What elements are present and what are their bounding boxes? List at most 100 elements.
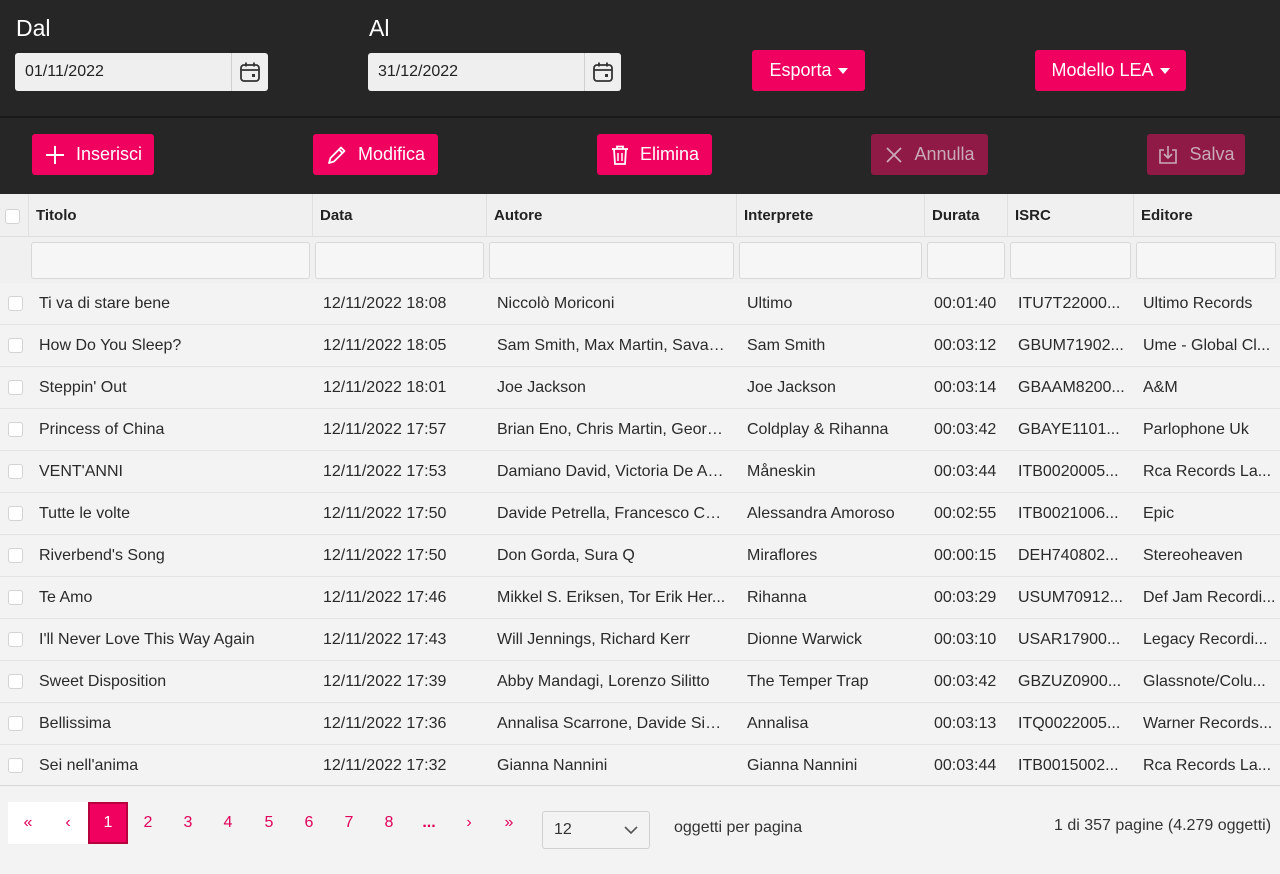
save-button[interactable]: Salva: [1147, 134, 1245, 175]
edit-button[interactable]: Modifica: [313, 134, 438, 175]
delete-button[interactable]: Elimina: [597, 134, 712, 175]
row-checkbox[interactable]: [8, 464, 23, 479]
date-filter-input[interactable]: [315, 242, 484, 279]
publisher-filter-input[interactable]: [1136, 242, 1276, 279]
select-all-checkbox[interactable]: [5, 209, 20, 224]
to-date-label: Al: [369, 15, 390, 41]
cell-author: Abby Mandagi, Lorenzo Silitto: [497, 673, 710, 690]
isrc-filter-input[interactable]: [1010, 242, 1131, 279]
table-row[interactable]: Ti va di stare bene 12/11/2022 18:08 Nic…: [0, 283, 1280, 325]
table-row[interactable]: I'll Never Love This Way Again 12/11/202…: [0, 619, 1280, 661]
page-button-2[interactable]: 2: [128, 802, 168, 844]
column-header-date[interactable]: Data: [312, 194, 486, 237]
column-header-publisher[interactable]: Editore: [1133, 194, 1280, 237]
page-button-8[interactable]: 8: [369, 802, 409, 844]
model-lea-dropdown-button[interactable]: Modello LEA: [1035, 50, 1186, 91]
column-header-duration[interactable]: Durata: [924, 194, 1007, 237]
cell-date: 12/11/2022 17:50: [323, 547, 447, 564]
cell-title: I'll Never Love This Way Again: [39, 631, 255, 648]
cell-title: Riverbend's Song: [39, 547, 165, 564]
chevron-down-icon: [624, 826, 638, 835]
cell-publisher: Ultimo Records: [1143, 295, 1253, 312]
page-button-more[interactable]: ...: [409, 802, 449, 844]
caret-down-icon: [1159, 67, 1170, 74]
table-row[interactable]: Princess of China 12/11/2022 17:57 Brian…: [0, 409, 1280, 451]
table-row[interactable]: Steppin' Out 12/11/2022 18:01 Joe Jackso…: [0, 367, 1280, 409]
last-page-button[interactable]: »: [489, 802, 529, 844]
cell-duration: 00:03:13: [934, 715, 997, 732]
column-header-isrc[interactable]: ISRC: [1007, 194, 1133, 237]
cell-publisher: Rca Records La...: [1143, 463, 1272, 480]
table-row[interactable]: Tutte le volte 12/11/2022 17:50 Davide P…: [0, 493, 1280, 535]
row-checkbox[interactable]: [8, 380, 23, 395]
cell-isrc: ITB0021006...: [1018, 505, 1119, 522]
next-page-button[interactable]: ›: [449, 802, 489, 844]
export-dropdown-button[interactable]: Esporta: [752, 50, 865, 91]
cell-title: Sei nell'anima: [39, 757, 139, 774]
cell-isrc: GBZUZ0900...: [1018, 673, 1122, 690]
row-checkbox[interactable]: [8, 548, 23, 563]
page-button-3[interactable]: 3: [168, 802, 208, 844]
table-row[interactable]: Bellissima 12/11/2022 17:36 Annalisa Sca…: [0, 703, 1280, 745]
cell-isrc: ITU7T22000...: [1018, 295, 1121, 312]
prev-page-button[interactable]: ‹: [48, 802, 88, 844]
cell-title: VENT'ANNI: [39, 463, 123, 480]
x-icon: [886, 146, 903, 163]
row-checkbox[interactable]: [8, 338, 23, 353]
cell-date: 12/11/2022 17:57: [323, 421, 447, 438]
page-button-4[interactable]: 4: [208, 802, 248, 844]
page-button-1[interactable]: 1: [88, 802, 128, 844]
cell-publisher: Stereoheaven: [1143, 547, 1243, 564]
from-date-input[interactable]: [15, 53, 231, 91]
table-row[interactable]: How Do You Sleep? 12/11/2022 18:05 Sam S…: [0, 325, 1280, 367]
caret-down-icon: [837, 67, 848, 74]
table-row[interactable]: Sei nell'anima 12/11/2022 17:32 Gianna N…: [0, 745, 1280, 787]
table-row[interactable]: Riverbend's Song 12/11/2022 17:50 Don Go…: [0, 535, 1280, 577]
page-button-5[interactable]: 5: [249, 802, 289, 844]
cell-title: Tutte le volte: [39, 505, 131, 522]
row-checkbox[interactable]: [8, 506, 23, 521]
table-row[interactable]: Sweet Disposition 12/11/2022 17:39 Abby …: [0, 661, 1280, 703]
column-header-author[interactable]: Autore: [486, 194, 736, 237]
cell-duration: 00:03:29: [934, 589, 997, 606]
from-calendar-button[interactable]: [231, 53, 268, 91]
column-header-title[interactable]: Titolo: [28, 194, 312, 237]
cell-isrc: ITB0015002...: [1018, 757, 1119, 774]
row-checkbox[interactable]: [8, 716, 23, 731]
row-checkbox[interactable]: [8, 296, 23, 311]
to-calendar-button[interactable]: [584, 53, 621, 91]
row-checkbox[interactable]: [8, 422, 23, 437]
author-filter-input[interactable]: [489, 242, 734, 279]
performer-filter-input[interactable]: [739, 242, 922, 279]
cancel-button[interactable]: Annulla: [871, 134, 988, 175]
cell-author: Sam Smith, Max Martin, Savan...: [497, 337, 729, 354]
from-date-label: Dal: [16, 15, 51, 41]
insert-button[interactable]: Inserisci: [32, 134, 154, 175]
cell-date: 12/11/2022 18:01: [323, 379, 447, 396]
duration-filter-input[interactable]: [927, 242, 1005, 279]
first-page-button[interactable]: «: [8, 802, 48, 844]
column-header-performer[interactable]: Interprete: [736, 194, 924, 237]
row-checkbox[interactable]: [8, 590, 23, 605]
row-checkbox[interactable]: [8, 758, 23, 773]
to-date-field: [368, 53, 621, 91]
insert-label: Inserisci: [75, 144, 142, 164]
cell-isrc: ITB0020005...: [1018, 463, 1119, 480]
cell-duration: 00:01:40: [934, 295, 997, 312]
row-checkbox[interactable]: [8, 632, 23, 647]
cell-title: Sweet Disposition: [39, 673, 167, 690]
table-row[interactable]: VENT'ANNI 12/11/2022 17:53 Damiano David…: [0, 451, 1280, 493]
page-size-select[interactable]: 12: [542, 811, 650, 849]
cell-performer: Dionne Warwick: [747, 631, 862, 648]
to-date-input[interactable]: [368, 53, 584, 91]
title-filter-input[interactable]: [31, 242, 310, 279]
cell-publisher: Epic: [1143, 505, 1175, 522]
page-button-7[interactable]: 7: [329, 802, 369, 844]
row-checkbox[interactable]: [8, 674, 23, 689]
plus-icon: [45, 145, 64, 164]
cell-isrc: GBAYE1101...: [1018, 421, 1120, 438]
table-row[interactable]: Te Amo 12/11/2022 17:46 Mikkel S. Erikse…: [0, 577, 1280, 619]
trash-icon: [611, 145, 628, 165]
page-button-6[interactable]: 6: [289, 802, 329, 844]
from-date-field: [15, 53, 268, 91]
